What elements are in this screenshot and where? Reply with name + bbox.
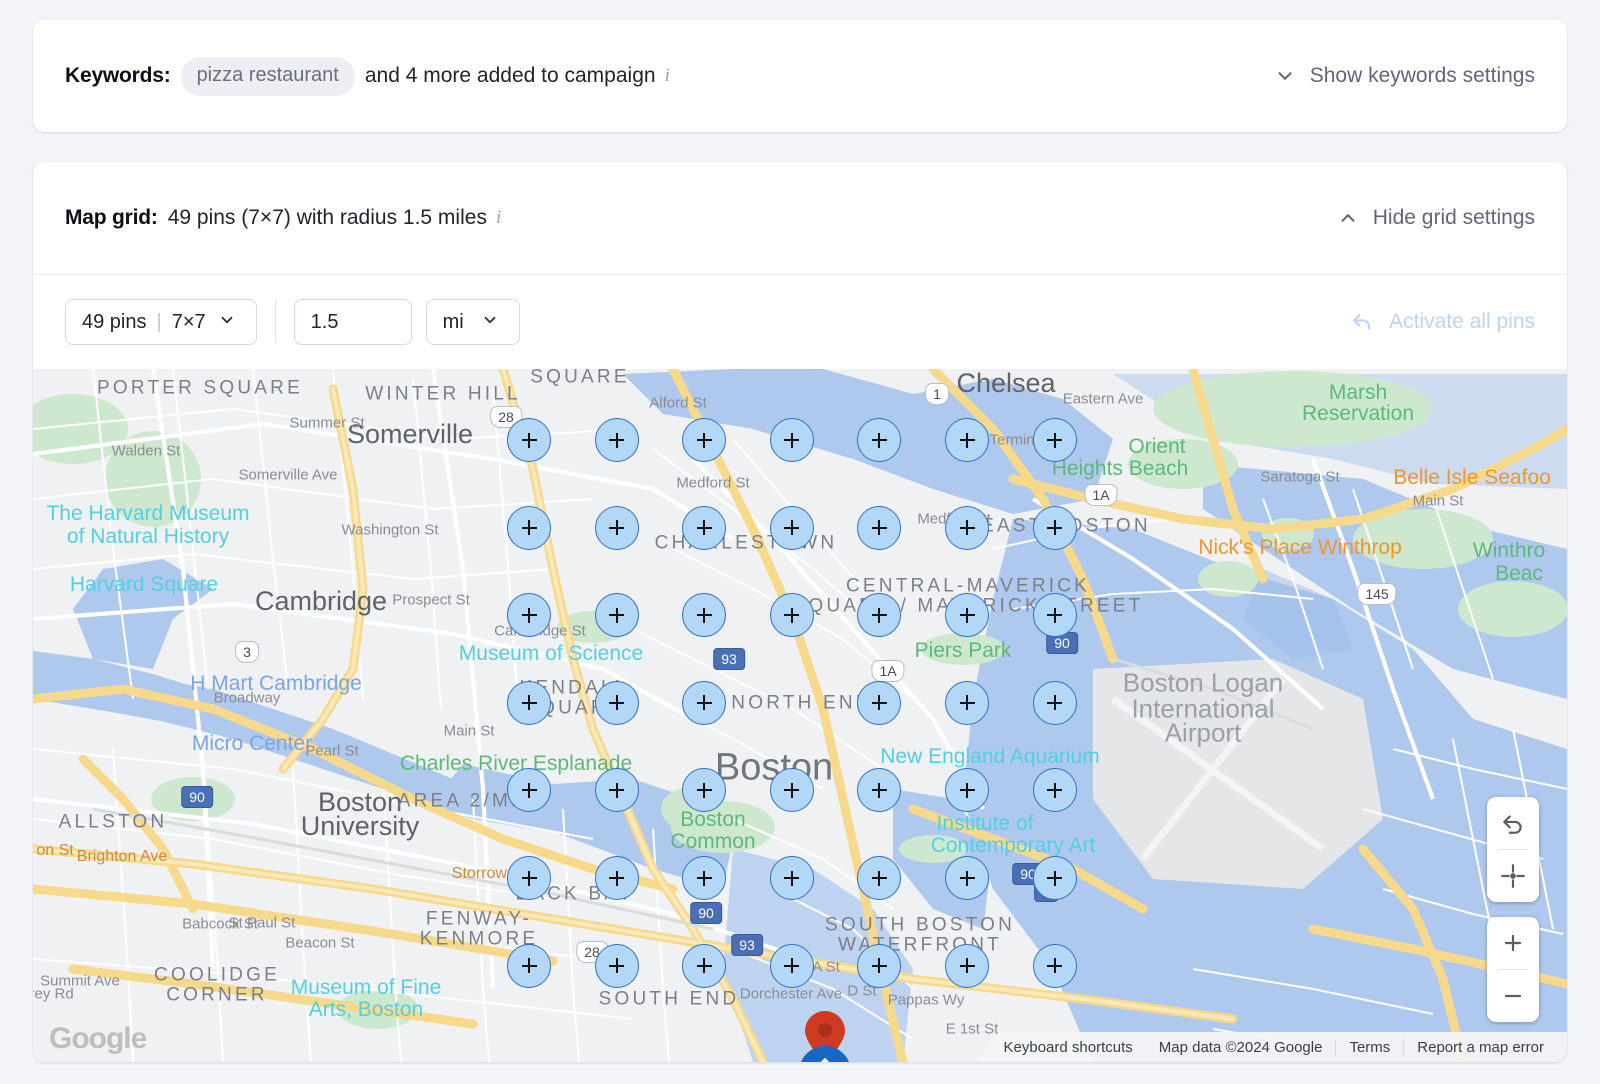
info-icon[interactable]: i (496, 207, 501, 229)
keywords-more-text: and 4 more added to campaign (365, 64, 656, 88)
map-grid-pin[interactable] (857, 506, 901, 550)
radius-unit-select[interactable]: mi (426, 299, 520, 345)
radius-input-wrapper[interactable]: 1.5 (294, 299, 412, 345)
map-grid-pin[interactable] (507, 856, 551, 900)
map-grid-summary: Map grid: 49 pins (7×7) with radius 1.5 … (65, 206, 501, 230)
show-keywords-settings-button[interactable]: Show keywords settings (1274, 64, 1535, 88)
plus-icon (1501, 931, 1525, 955)
map-grid-pin[interactable] (1033, 593, 1077, 637)
map-grid-pin[interactable] (770, 506, 814, 550)
map-grid-pin[interactable] (595, 944, 639, 988)
map-grid-pin[interactable] (1033, 418, 1077, 462)
map-grid-pin[interactable] (770, 418, 814, 462)
map-grid-pin[interactable] (1033, 944, 1077, 988)
map-grid-pin[interactable] (507, 681, 551, 725)
keywords-header: Keywords: pizza restaurant and 4 more ad… (33, 20, 1567, 132)
hide-grid-settings-label: Hide grid settings (1373, 206, 1535, 230)
map-grid-pin[interactable] (945, 856, 989, 900)
map-grid-pin[interactable] (945, 681, 989, 725)
map-grid-card: Map grid: 49 pins (7×7) with radius 1.5 … (33, 162, 1567, 1062)
map-grid-pin[interactable] (682, 506, 726, 550)
map-grid-pin[interactable] (507, 506, 551, 550)
keywords-card: Keywords: pizza restaurant and 4 more ad… (33, 20, 1567, 132)
pins-count-value: 49 pins | 7×7 (82, 311, 206, 334)
pins-grid-text: 7×7 (172, 311, 206, 334)
map-data-text: Map data ©2024 Google (1146, 1039, 1337, 1056)
map-grid-label: Map grid: (65, 206, 158, 230)
map-grid-pin[interactable] (770, 856, 814, 900)
map-grid-pin[interactable] (595, 418, 639, 462)
show-keywords-settings-label: Show keywords settings (1310, 64, 1535, 88)
keywords-summary: Keywords: pizza restaurant and 4 more ad… (65, 57, 670, 96)
map-grid-pin[interactable] (945, 506, 989, 550)
zoom-out-button[interactable] (1487, 970, 1539, 1022)
map-grid-pin[interactable] (945, 593, 989, 637)
keywords-label: Keywords: (65, 64, 171, 88)
map-grid-pin[interactable] (945, 944, 989, 988)
keyboard-shortcuts-link[interactable]: Keyboard shortcuts (991, 1039, 1146, 1056)
map-grid-page: Keywords: pizza restaurant and 4 more ad… (0, 0, 1600, 1084)
map-grid-summary-text: 49 pins (7×7) with radius 1.5 miles (168, 206, 487, 230)
pins-count-select[interactable]: 49 pins | 7×7 (65, 299, 257, 345)
crosshair-icon (1500, 863, 1526, 889)
map-grid-pin[interactable] (595, 768, 639, 812)
map-grid-pin[interactable] (1033, 856, 1077, 900)
pins-count-text: 49 pins (82, 311, 147, 334)
undo-arrow-icon (1500, 810, 1526, 836)
radius-unit-value: mi (443, 311, 464, 334)
activate-all-pins-label: Activate all pins (1389, 310, 1535, 334)
report-map-error-link[interactable]: Report a map error (1404, 1039, 1557, 1056)
map-canvas[interactable]: PORTER SQUAREWINTER HILLSQUAREChelseaSom… (33, 369, 1567, 1062)
grid-controls-row: 49 pins | 7×7 1.5 mi (33, 275, 1567, 369)
map-grid-pin[interactable] (682, 418, 726, 462)
map-grid-pin[interactable] (770, 768, 814, 812)
info-icon[interactable]: i (665, 65, 670, 87)
keyword-chip[interactable]: pizza restaurant (181, 57, 355, 96)
minus-icon (1501, 984, 1525, 1008)
map-grid-pin[interactable] (770, 944, 814, 988)
recenter-button[interactable] (1487, 850, 1539, 902)
zoom-in-button[interactable] (1487, 917, 1539, 969)
map-grid-pin[interactable] (507, 944, 551, 988)
map-grid-pin[interactable] (507, 418, 551, 462)
map-grid-pin[interactable] (857, 681, 901, 725)
move-arrows-icon (810, 1057, 840, 1062)
terms-link[interactable]: Terms (1336, 1039, 1404, 1056)
map-grid-pin[interactable] (945, 418, 989, 462)
reset-arrow-icon (1351, 310, 1376, 335)
map-grid-pin[interactable] (1033, 681, 1077, 725)
controls-divider (275, 301, 276, 343)
map-grid-pin[interactable] (682, 856, 726, 900)
map-grid-pin[interactable] (595, 593, 639, 637)
pins-count-separator: | (157, 311, 162, 334)
chevron-down-icon (1274, 65, 1296, 87)
hide-grid-settings-button[interactable]: Hide grid settings (1337, 206, 1535, 230)
map-grid-pin[interactable] (682, 944, 726, 988)
chevron-down-icon (218, 311, 240, 333)
activate-all-pins-button[interactable]: Activate all pins (1351, 310, 1535, 335)
map-view-controls (1487, 797, 1539, 902)
map-grid-pin[interactable] (770, 593, 814, 637)
google-logo: Google (49, 1022, 146, 1056)
reset-view-button[interactable] (1487, 797, 1539, 849)
map-grid-pin[interactable] (1033, 506, 1077, 550)
map-grid-pin[interactable] (595, 681, 639, 725)
map-grid-pin[interactable] (1033, 768, 1077, 812)
map-grid-pin[interactable] (595, 506, 639, 550)
map-zoom-controls (1487, 917, 1539, 1022)
map-attribution-bar: Keyboard shortcuts Map data ©2024 Google… (977, 1032, 1567, 1062)
map-grid-pin[interactable] (595, 856, 639, 900)
map-grid-pin[interactable] (857, 944, 901, 988)
chevron-up-icon (1337, 207, 1359, 229)
radius-input[interactable]: 1.5 (311, 311, 339, 334)
map-grid-pin[interactable] (682, 681, 726, 725)
map-grid-pin[interactable] (507, 593, 551, 637)
map-grid-header: Map grid: 49 pins (7×7) with radius 1.5 … (33, 162, 1567, 274)
chevron-down-icon (481, 311, 503, 333)
